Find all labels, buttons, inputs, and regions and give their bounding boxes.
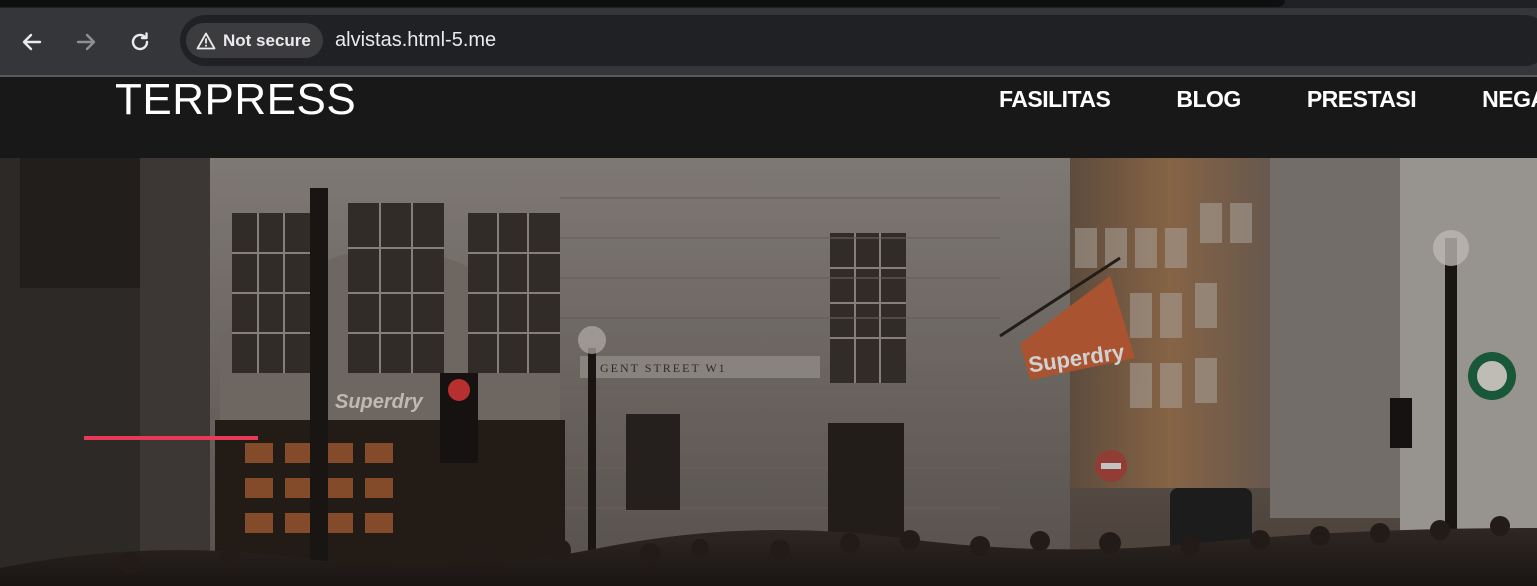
forward-button[interactable] <box>72 28 100 56</box>
address-bar[interactable]: Not secure alvistas.html-5.me <box>180 15 1537 66</box>
reload-button[interactable] <box>126 28 154 56</box>
warning-triangle-icon <box>196 32 216 49</box>
active-tab-edge <box>0 0 1285 7</box>
nav-item-fasilitas[interactable]: FASILITAS <box>999 86 1111 113</box>
main-nav: FASILITAS BLOG PRESTASI NEGARA <box>999 86 1537 113</box>
site-header: TERPRESS FASILITAS BLOG PRESTASI NEGARA <box>0 75 1537 158</box>
back-button[interactable] <box>18 28 46 56</box>
forward-arrow-icon <box>76 33 96 51</box>
nav-item-prestasi[interactable]: PRESTASI <box>1307 86 1417 113</box>
hero-banner: GENT STREET W1 Superdry Superdry <box>0 158 1537 586</box>
security-label: Not secure <box>223 30 311 50</box>
browser-toolbar: Not secure alvistas.html-5.me <box>0 8 1537 75</box>
nav-item-negara[interactable]: NEGARA <box>1482 86 1537 113</box>
site-logo[interactable]: TERPRESS <box>115 75 356 125</box>
tab-strip <box>0 0 1537 8</box>
hero-dark-overlay <box>0 158 1537 586</box>
hero-accent-line <box>84 436 258 440</box>
url-text[interactable]: alvistas.html-5.me <box>335 29 496 52</box>
nav-item-blog[interactable]: BLOG <box>1176 86 1241 113</box>
security-chip[interactable]: Not secure <box>186 23 323 58</box>
back-arrow-icon <box>22 33 42 51</box>
reload-icon <box>131 32 149 51</box>
